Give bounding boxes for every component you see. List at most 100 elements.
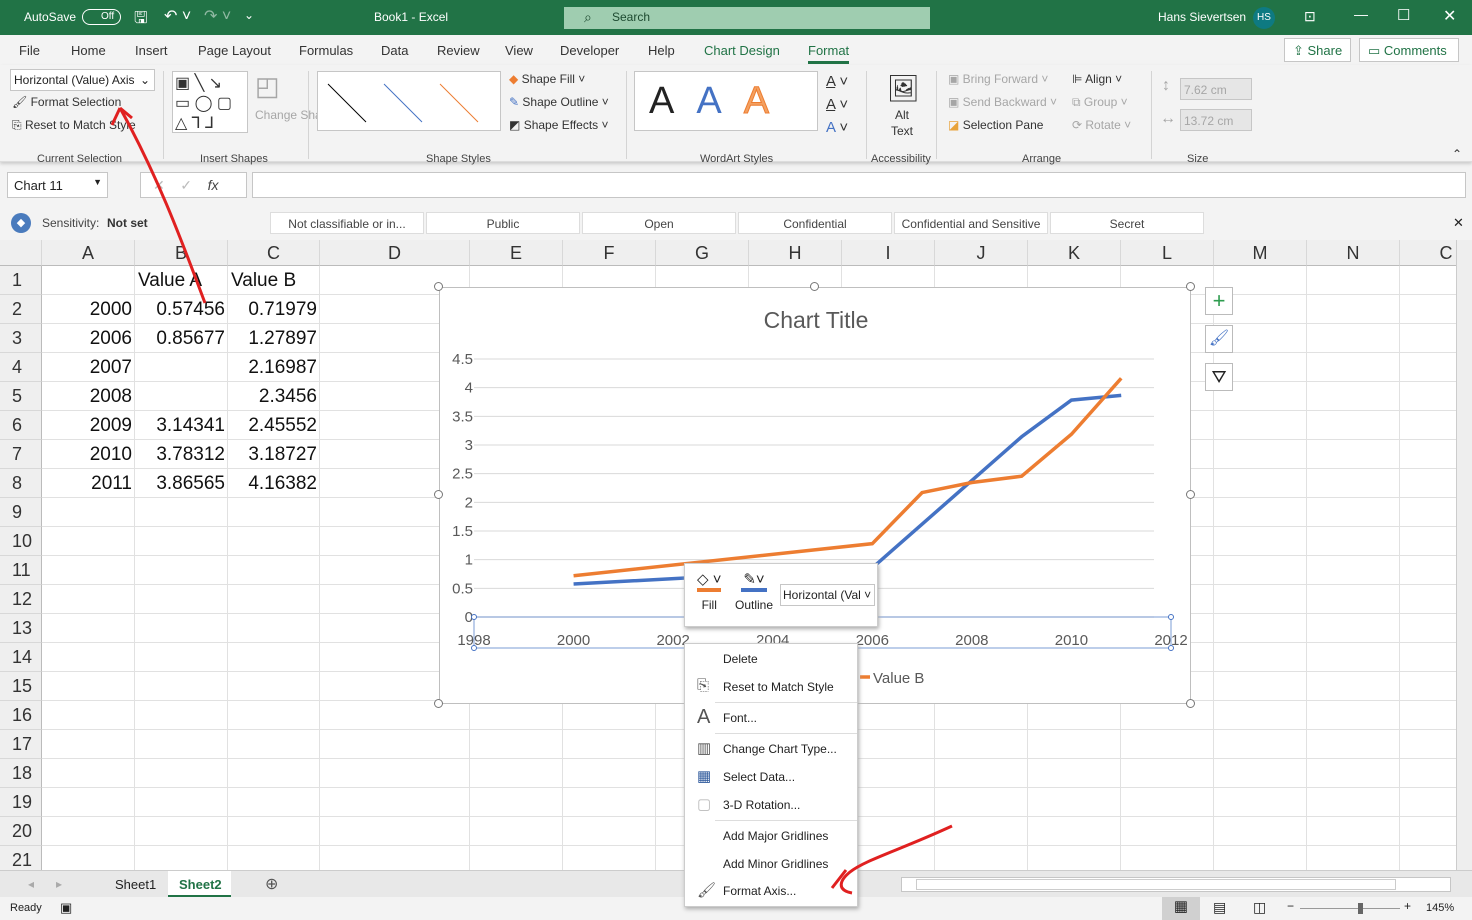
- column-header[interactable]: B: [135, 240, 228, 266]
- outline-button[interactable]: ✎˅ Outline: [735, 570, 773, 612]
- column-header[interactable]: F: [563, 240, 656, 266]
- cell[interactable]: 2010: [45, 440, 132, 469]
- customize-qat-icon[interactable]: ⌄: [244, 8, 254, 22]
- cancel-icon[interactable]: ✕: [153, 177, 165, 193]
- cell[interactable]: 2000: [45, 295, 132, 324]
- row-header[interactable]: 17: [0, 730, 42, 759]
- zoom-level[interactable]: 145%: [1426, 902, 1454, 914]
- cell[interactable]: 3.78312: [138, 440, 225, 469]
- row-header[interactable]: 6: [0, 411, 42, 440]
- send-backward-button[interactable]: ▣ Send Backward ˅: [948, 95, 1057, 109]
- tab-insert[interactable]: Insert: [135, 43, 168, 58]
- cell[interactable]: 2.16987: [231, 353, 317, 382]
- cell[interactable]: 3.14341: [138, 411, 225, 440]
- cell[interactable]: 3.18727: [231, 440, 317, 469]
- row-header[interactable]: 20: [0, 817, 42, 846]
- shape-fill-button[interactable]: ◆ Shape Fill ˅: [509, 72, 585, 86]
- chart-resize-handle[interactable]: [1186, 699, 1195, 708]
- row-header[interactable]: 13: [0, 614, 42, 643]
- vertical-scrollbar[interactable]: [1456, 240, 1472, 870]
- horizontal-scrollbar[interactable]: [901, 877, 1451, 892]
- zoom-in-icon[interactable]: +: [1404, 899, 1411, 913]
- zoom-slider[interactable]: [1300, 903, 1400, 914]
- normal-view-icon[interactable]: ▦: [1162, 897, 1200, 920]
- sensitivity-option-public[interactable]: Public: [426, 212, 580, 234]
- row-header[interactable]: 10: [0, 527, 42, 556]
- menu-item-add-major-gridlines[interactable]: Add Major Gridlines: [723, 829, 828, 843]
- page-break-view-icon[interactable]: ◫: [1253, 899, 1266, 916]
- save-icon[interactable]: 🖫: [134, 7, 148, 34]
- user-name[interactable]: Hans Sievertsen: [1158, 10, 1246, 24]
- column-header[interactable]: J: [935, 240, 1028, 266]
- tab-formulas[interactable]: Formulas: [299, 43, 353, 58]
- wordart-black[interactable]: A: [649, 80, 696, 122]
- row-header[interactable]: 19: [0, 788, 42, 817]
- row-header[interactable]: 8: [0, 469, 42, 498]
- column-header[interactable]: C: [228, 240, 320, 266]
- cell[interactable]: 2006: [45, 324, 132, 353]
- chart-element-dropdown-mini[interactable]: Horizontal (Val ˅: [780, 584, 875, 606]
- scroll-thumb[interactable]: [916, 879, 1396, 890]
- cell[interactable]: [45, 266, 132, 295]
- chart-styles-button[interactable]: 🖌: [1205, 325, 1233, 353]
- chart-elements-button[interactable]: +: [1205, 287, 1233, 315]
- reset-to-match-style-button[interactable]: ⎘ Reset to Match Style: [12, 118, 136, 133]
- column-header[interactable]: A: [42, 240, 135, 266]
- cell[interactable]: 0.71979: [231, 295, 317, 324]
- chart-element-dropdown[interactable]: Horizontal (Value) Axis ⌄: [10, 69, 155, 91]
- menu-item-reset-to-match-style[interactable]: Reset to Match Style: [723, 680, 834, 694]
- menu-item-font[interactable]: Font...: [723, 711, 757, 725]
- macro-record-icon[interactable]: ▣: [60, 900, 72, 916]
- cell[interactable]: 1.27897: [231, 324, 317, 353]
- shape-outline-button[interactable]: ✎ Shape Outline ˅: [509, 95, 609, 109]
- align-button[interactable]: ⊫ Align ˅: [1072, 72, 1122, 86]
- group-button[interactable]: ⧉ Group ˅: [1072, 95, 1128, 110]
- tab-page-layout[interactable]: Page Layout: [198, 43, 271, 58]
- column-header[interactable]: C: [1400, 240, 1456, 266]
- cell[interactable]: 0.57456: [138, 295, 225, 324]
- search-box[interactable]: ⌕ Search: [564, 7, 930, 29]
- style-black[interactable]: [327, 83, 367, 123]
- column-header[interactable]: M: [1214, 240, 1307, 266]
- column-header[interactable]: H: [749, 240, 842, 266]
- tab-developer[interactable]: Developer: [560, 43, 619, 58]
- select-all-corner[interactable]: [0, 240, 42, 266]
- row-header[interactable]: 18: [0, 759, 42, 788]
- close-icon[interactable]: ✕: [1443, 6, 1456, 26]
- zoom-slider-thumb[interactable]: [1358, 903, 1363, 914]
- chart-resize-handle[interactable]: [434, 282, 443, 291]
- column-header[interactable]: E: [470, 240, 563, 266]
- cell[interactable]: 2007: [45, 353, 132, 382]
- text-fill-outline-effects[interactable]: A ˅ A ˅ A ˅: [826, 70, 848, 139]
- row-header[interactable]: 11: [0, 556, 42, 585]
- chart-resize-handle[interactable]: [434, 699, 443, 708]
- autosave-toggle[interactable]: Off: [82, 9, 122, 25]
- column-header[interactable]: D: [320, 240, 470, 266]
- alt-text-button[interactable]: Alt Text: [890, 107, 914, 139]
- undo-icon[interactable]: ↶ ˅: [164, 6, 191, 26]
- row-header[interactable]: 4: [0, 353, 42, 382]
- row-header[interactable]: 21: [0, 846, 42, 870]
- sensitivity-option-open[interactable]: Open: [582, 212, 736, 234]
- row-header[interactable]: 1: [0, 266, 42, 295]
- menu-item-format-axis[interactable]: Format Axis...: [723, 884, 796, 898]
- redo-icon[interactable]: ↷ ˅: [204, 6, 231, 26]
- chart-resize-handle[interactable]: [434, 490, 443, 499]
- sensitivity-option-not-classifiable[interactable]: Not classifiable or in...: [270, 212, 424, 234]
- tab-review[interactable]: Review: [437, 43, 480, 58]
- sensitivity-option-confidential-sensitive[interactable]: Confidential and Sensitive: [894, 212, 1048, 234]
- tab-help[interactable]: Help: [648, 43, 675, 58]
- sensitivity-option-secret[interactable]: Secret: [1050, 212, 1204, 234]
- row-header[interactable]: 14: [0, 643, 42, 672]
- cell[interactable]: Value A: [138, 266, 225, 295]
- shape-effects-button[interactable]: ◩ Shape Effects ˅: [509, 118, 609, 132]
- row-header[interactable]: 5: [0, 382, 42, 411]
- insert-function-button[interactable]: fx: [208, 177, 219, 193]
- column-header[interactable]: K: [1028, 240, 1121, 266]
- collapse-ribbon-icon[interactable]: ⌃: [1452, 147, 1462, 161]
- fill-button[interactable]: ◇ ˅ Fill: [697, 570, 722, 612]
- wordart-gallery[interactable]: AAA: [634, 71, 818, 131]
- cell[interactable]: 2008: [45, 382, 132, 411]
- tab-home[interactable]: Home: [71, 43, 106, 58]
- column-header[interactable]: L: [1121, 240, 1214, 266]
